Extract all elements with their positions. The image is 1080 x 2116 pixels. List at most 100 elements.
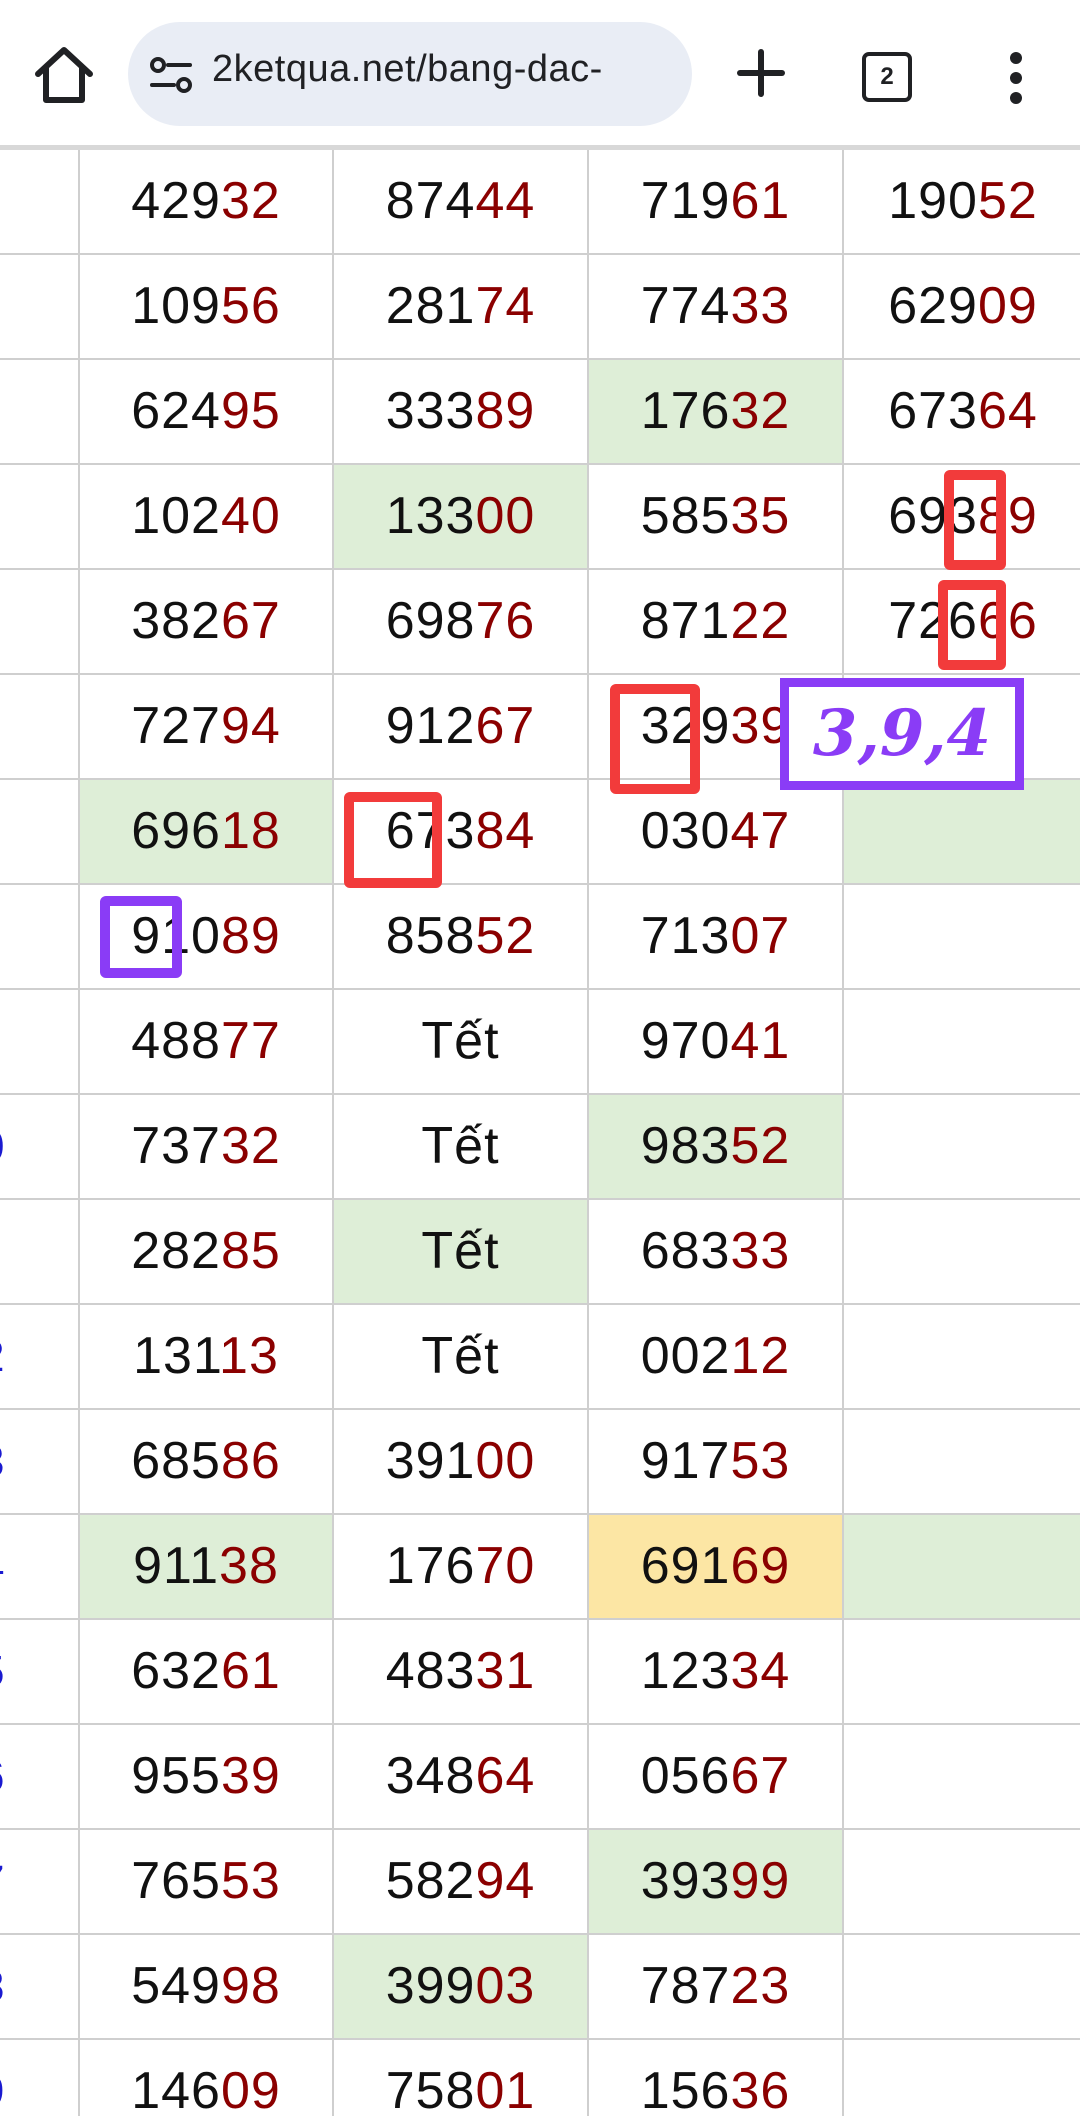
- table-row: 10240 13300 58535 69389: [0, 465, 1080, 570]
- table-row: 42932 87444 71961 19052: [0, 150, 1080, 255]
- result-head-digits: 912: [385, 697, 476, 755]
- result-head-digits: 391: [385, 1432, 476, 1490]
- result-cell: [844, 1725, 1080, 1830]
- result-cell: 72794: [80, 675, 334, 780]
- result-head-digits: 970: [640, 1012, 731, 1070]
- result-cell: 63261: [80, 1620, 334, 1725]
- result-tail-digits: 22: [730, 592, 791, 650]
- result-tail-digits: 09: [220, 2062, 281, 2116]
- row-label-cell: [0, 255, 80, 360]
- result-head-digits: 917: [640, 1432, 731, 1490]
- result-cell: 69618: [80, 780, 334, 885]
- result-tail-digits: 12: [730, 1327, 791, 1385]
- result-head-digits: 348: [385, 1747, 476, 1805]
- table-row: 3685863910091753: [0, 1410, 1080, 1515]
- result-tail-digits: 52: [730, 1117, 791, 1175]
- result-head-digits: 874: [385, 172, 476, 230]
- result-cell: 48331: [334, 1620, 589, 1725]
- result-cell: 33389: [334, 360, 589, 465]
- result-cell: 68333: [589, 1200, 844, 1305]
- result-head-digits: 488: [131, 1012, 221, 1070]
- url-text[interactable]: 2ketqua.net/bang-dac-: [212, 48, 603, 91]
- result-cell: 71307: [589, 885, 844, 990]
- result-tail-digits: 47: [730, 802, 791, 860]
- result-head-digits: 983: [640, 1117, 731, 1175]
- result-cell: 39100: [334, 1410, 589, 1515]
- row-label: [0, 360, 20, 465]
- result-tail-digits: 64: [977, 382, 1038, 440]
- result-head-digits: 429: [131, 172, 221, 230]
- result-head-digits: 382: [131, 592, 221, 650]
- table-row: 4911381767069169: [0, 1515, 1080, 1620]
- result-cell: 87122: [589, 570, 844, 675]
- result-tail-digits: 74: [475, 277, 536, 335]
- more-vert-icon: [1010, 52, 1022, 104]
- result-cell: 97041: [589, 990, 844, 1095]
- table-row: 62495 33389 17632 67364: [0, 360, 1080, 465]
- result-head-digits: 333: [385, 382, 476, 440]
- result-tail-digits: 52: [977, 172, 1038, 230]
- row-label: [0, 255, 20, 360]
- address-bar[interactable]: 2ketqua.net/bang-dac-: [128, 22, 692, 126]
- result-tail-digits: 61: [220, 1642, 281, 1700]
- result-head-digits: 691: [640, 1537, 731, 1595]
- result-cell: 48877: [80, 990, 334, 1095]
- tab-switcher-button[interactable]: 2: [862, 52, 912, 102]
- result-cell: 58535: [589, 465, 844, 570]
- result-cell: Tết: [334, 1095, 589, 1200]
- result-cell: 91267: [334, 675, 589, 780]
- result-cell: 67364: [844, 360, 1080, 465]
- row-label-cell: 2: [0, 1305, 80, 1410]
- result-cell: [844, 1095, 1080, 1200]
- table-row: 10956 28174 77433 62909: [0, 255, 1080, 360]
- table-row: 2 13113 Tết 00212: [0, 1305, 1080, 1410]
- result-cell: 98352: [589, 1095, 844, 1200]
- result-tail-digits: 77: [220, 1012, 281, 1070]
- result-head-digits: 056: [640, 1747, 731, 1805]
- result-tail-digits: 61: [730, 172, 791, 230]
- result-tail-digits: 33: [730, 277, 791, 335]
- result-cell: [844, 1830, 1080, 1935]
- result-head-digits: 123: [640, 1642, 731, 1700]
- result-cell: 58294: [334, 1830, 589, 1935]
- result-head-digits: 002: [640, 1327, 731, 1385]
- new-tab-button[interactable]: [728, 40, 794, 106]
- row-label-cell: [0, 990, 80, 1095]
- result-head-digits: 685: [131, 1432, 221, 1490]
- result-tail-digits: 95: [220, 382, 281, 440]
- result-head-digits: 673: [888, 382, 978, 440]
- row-label-cell: 8: [0, 1935, 80, 2040]
- row-label-cell: 5: [0, 1620, 80, 1725]
- row-label: [0, 990, 20, 1095]
- red-marker-box: [610, 684, 700, 794]
- result-tail-digits: 32: [220, 1117, 281, 1175]
- result-cell: [844, 990, 1080, 1095]
- result-head-digits: 109: [131, 277, 221, 335]
- result-cell: 19052: [844, 150, 1080, 255]
- result-cell: 00212: [589, 1305, 844, 1410]
- result-head-digits: 190: [888, 172, 978, 230]
- result-cell: 05667: [589, 1725, 844, 1830]
- result-tail-digits: 07: [730, 907, 791, 965]
- site-settings-icon[interactable]: [146, 50, 196, 100]
- result-tail-digits: 31: [475, 1642, 536, 1700]
- result-head-digits: 911: [133, 1537, 220, 1595]
- result-cell: 17670: [334, 1515, 589, 1620]
- row-label: 6: [0, 1725, 20, 1830]
- result-head-digits: 282: [131, 1222, 221, 1280]
- result-head-digits: 131: [133, 1327, 220, 1385]
- result-tail-digits: 23: [730, 1957, 791, 2015]
- result-tail-digits: 33: [730, 1222, 791, 1280]
- result-cell: 34864: [334, 1725, 589, 1830]
- home-button[interactable]: [28, 40, 100, 112]
- table-row: 5632614833112334: [0, 1620, 1080, 1725]
- table-row: 69618 67384 03047: [0, 780, 1080, 885]
- result-head-digits: 549: [131, 1957, 221, 2015]
- row-label-cell: [0, 1200, 80, 1305]
- result-head-digits: 585: [640, 487, 731, 545]
- result-head-digits: 765: [131, 1852, 221, 1910]
- result-head-digits: 399: [385, 1957, 476, 2015]
- result-tail-digits: 03: [475, 1957, 536, 2015]
- result-head-digits: 632: [131, 1642, 221, 1700]
- browser-menu-button[interactable]: [990, 48, 1042, 108]
